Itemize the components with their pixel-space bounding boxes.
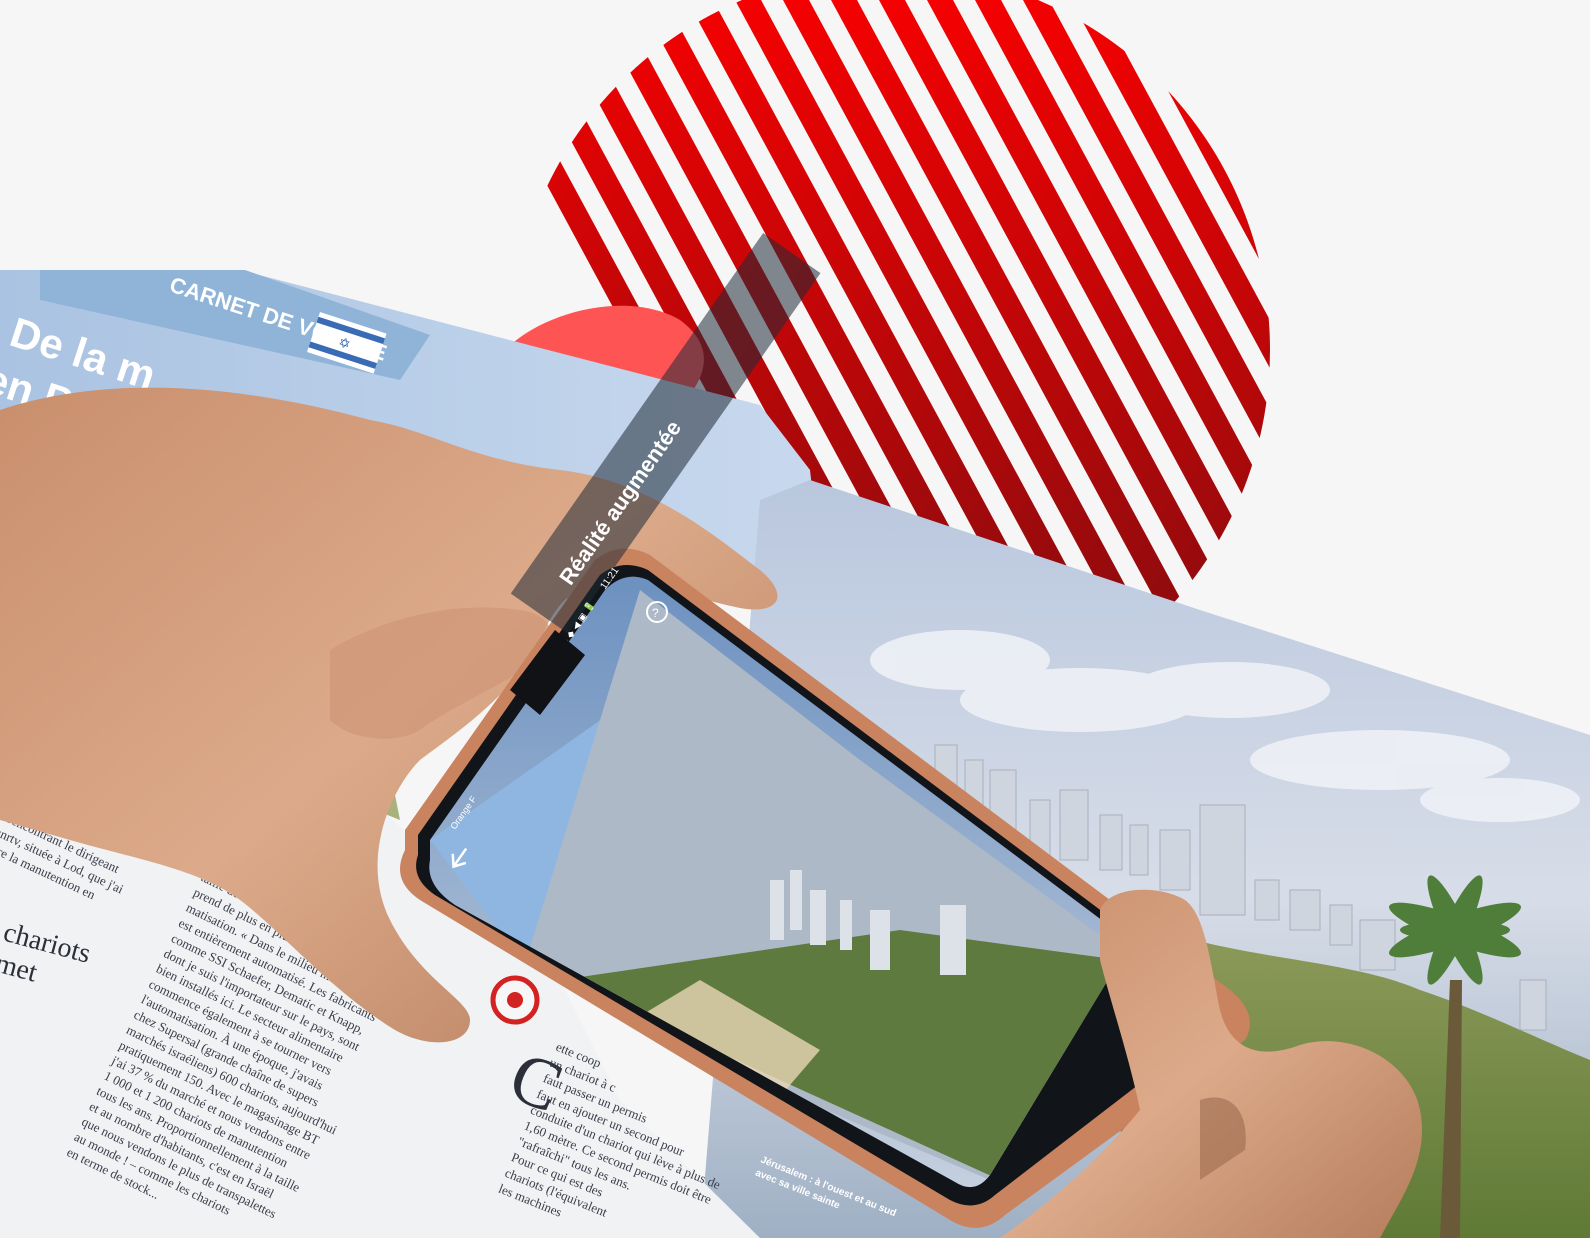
- svg-text:?: ?: [652, 606, 659, 620]
- hands-and-phone: Réalité augmentée 11:21 ◎ ◆ ◀ ▣ 🔋 Orange…: [0, 233, 1422, 1238]
- photo-scene: CARNET DE VOYAGE ✡ De la m en P: [0, 0, 1590, 1238]
